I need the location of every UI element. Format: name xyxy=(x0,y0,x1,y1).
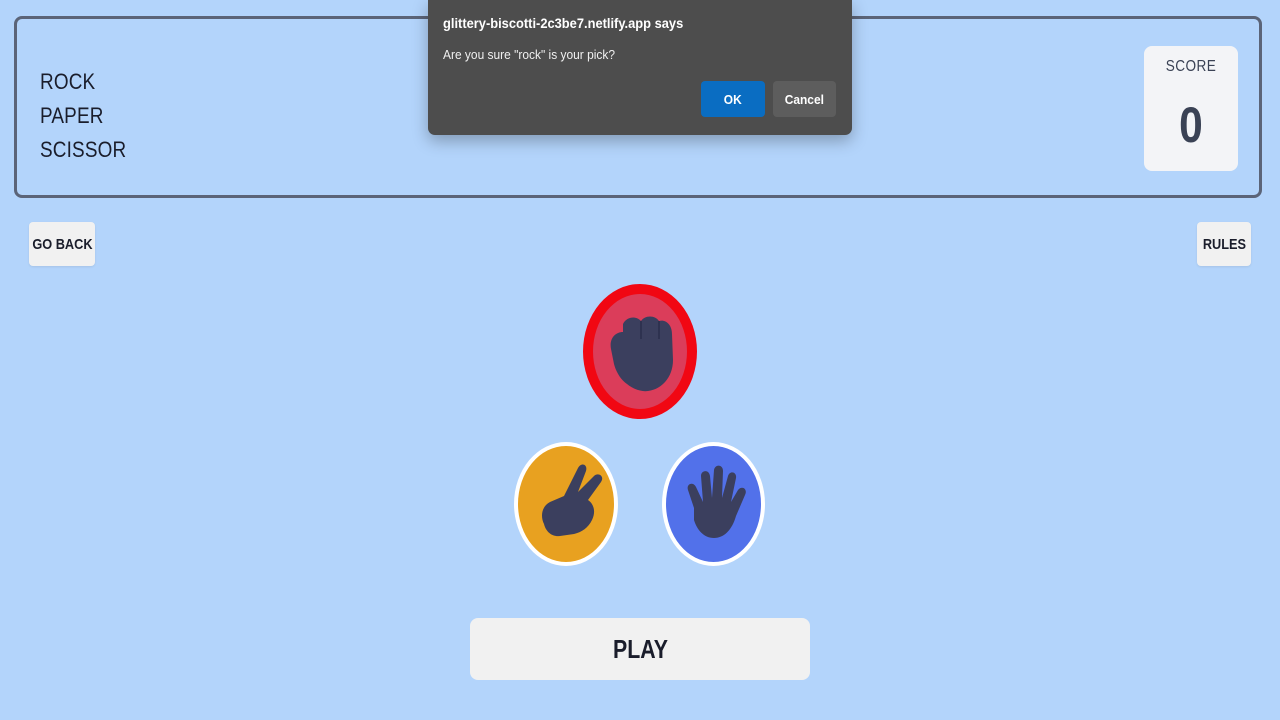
play-button[interactable]: PLAY xyxy=(470,618,810,680)
fist-icon xyxy=(610,316,673,392)
game-page: ROCK PAPER SCISSOR SCORE 0 GO BACK RULES xyxy=(0,0,1280,720)
scissor-choice-button[interactable] xyxy=(514,442,618,566)
play-label: PLAY xyxy=(612,633,668,664)
game-title: ROCK PAPER SCISSOR xyxy=(40,65,126,167)
rock-choice-button[interactable] xyxy=(583,284,697,419)
cancel-button[interactable]: Cancel xyxy=(773,81,836,117)
paper-choice-button[interactable] xyxy=(662,442,765,566)
title-line-paper: PAPER xyxy=(40,103,104,128)
dialog-title: glittery-biscotti-2c3be7.netlify.app say… xyxy=(443,15,684,31)
go-back-button[interactable]: GO BACK xyxy=(29,222,95,266)
rules-button[interactable]: RULES xyxy=(1197,222,1251,266)
score-box: SCORE 0 xyxy=(1144,46,1238,171)
cancel-label: Cancel xyxy=(784,91,825,107)
ok-button[interactable]: OK xyxy=(701,81,765,117)
ok-label: OK xyxy=(724,91,742,107)
title-line-scissor: SCISSOR xyxy=(40,137,127,162)
score-value: 0 xyxy=(1179,97,1203,153)
dialog-message: Are you sure "rock" is your pick? xyxy=(443,47,616,62)
title-line-rock: ROCK xyxy=(40,69,96,94)
confirm-dialog: glittery-biscotti-2c3be7.netlify.app say… xyxy=(428,0,852,135)
peace-hand-icon xyxy=(542,464,603,537)
rules-label: RULES xyxy=(1202,235,1246,253)
go-back-label: GO BACK xyxy=(31,235,93,253)
open-hand-icon xyxy=(687,465,746,538)
score-label: SCORE xyxy=(1165,58,1217,75)
